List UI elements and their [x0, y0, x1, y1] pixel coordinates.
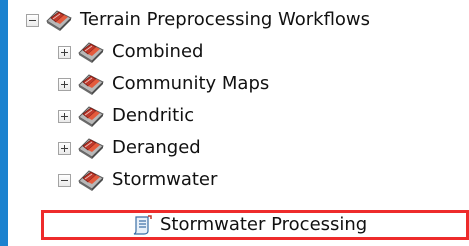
script-tool-icon [130, 214, 154, 236]
tree-item-dendritic[interactable]: Dendritic [58, 100, 194, 132]
tree-item-label: Combined [112, 41, 204, 62]
tree-panel: Terrain Preprocessing Workflows Combined… [8, 0, 469, 246]
toolbox-icon [76, 169, 106, 191]
tree-item-label: Stormwater Processing [160, 214, 368, 235]
tree-item-label: Deranged [112, 137, 201, 158]
toolbox-icon [44, 9, 74, 31]
collapse-icon[interactable] [26, 13, 39, 27]
toolbox-icon [76, 137, 106, 159]
tree-item-label: Stormwater [112, 169, 218, 190]
tree-item-combined[interactable]: Combined [58, 36, 203, 68]
collapse-icon[interactable] [58, 173, 71, 187]
expand-icon[interactable] [58, 141, 71, 155]
tree-item-stormwater-processing[interactable]: Stormwater Processing [130, 209, 367, 241]
tree-root-label: Terrain Preprocessing Workflows [80, 9, 371, 30]
tree-item-label: Dendritic [112, 105, 195, 126]
toolbox-icon [76, 41, 106, 63]
toolbox-icon [76, 105, 106, 127]
tree-root-row[interactable]: Terrain Preprocessing Workflows [26, 4, 370, 36]
tree-item-deranged[interactable]: Deranged [58, 132, 201, 164]
expand-icon[interactable] [58, 109, 71, 123]
tree-item-stormwater[interactable]: Stormwater [58, 164, 217, 196]
expand-icon[interactable] [58, 45, 71, 59]
expand-icon[interactable] [58, 77, 71, 91]
tree-item-label: Community Maps [112, 73, 270, 94]
toolbox-icon [76, 73, 106, 95]
tree-item-community-maps[interactable]: Community Maps [58, 68, 269, 100]
